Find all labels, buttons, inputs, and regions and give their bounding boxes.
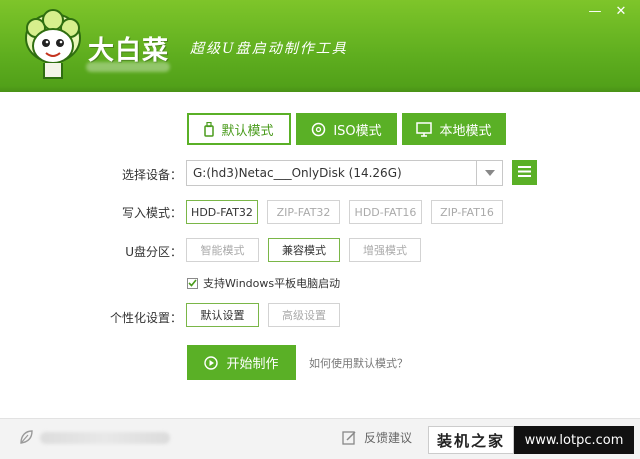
- tab-iso-mode[interactable]: ISO模式: [296, 113, 397, 145]
- close-button[interactable]: ✕: [612, 4, 630, 20]
- write-mode-label: 写入模式：: [121, 206, 182, 220]
- tablet-boot-label: 支持Windows平板电脑启动: [203, 277, 341, 290]
- write-mode-zip-fat16[interactable]: ZIP-FAT16: [431, 200, 503, 224]
- feedback-button[interactable]: 反馈建议: [342, 429, 412, 446]
- partition-enhanced-mode[interactable]: 增强模式: [349, 238, 421, 262]
- minimize-button[interactable]: —: [586, 4, 604, 20]
- device-menu-button[interactable]: [512, 160, 537, 185]
- device-label: 选择设备：: [121, 168, 182, 182]
- write-mode-hdd-fat16[interactable]: HDD-FAT16: [349, 200, 422, 224]
- feedback-edit-icon: [342, 430, 357, 445]
- device-select[interactable]: G:(hd3)Netac___OnlyDisk (14.26G): [186, 160, 503, 186]
- watermark-url: www.lotpc.com: [514, 426, 634, 454]
- hamburger-menu-icon: [518, 165, 531, 180]
- device-select-value: G:(hd3)Netac___OnlyDisk (14.26G): [193, 166, 402, 180]
- leaf-icon: [18, 429, 34, 448]
- tab-label: 默认模式: [221, 123, 274, 139]
- partition-smart-mode[interactable]: 智能模式: [186, 238, 259, 262]
- partition-compatible-mode[interactable]: 兼容模式: [268, 238, 340, 262]
- blurred-version-text: [86, 62, 170, 72]
- disc-icon: [311, 122, 326, 137]
- tab-local-mode[interactable]: 本地模式: [402, 113, 506, 145]
- write-mode-hdd-fat32[interactable]: HDD-FAT32: [186, 200, 258, 224]
- title-bar: 大白菜 超级U盘启动制作工具 — ✕: [0, 0, 640, 92]
- default-settings-option[interactable]: 默认设置: [186, 303, 259, 327]
- play-circle-icon: [204, 355, 219, 370]
- advanced-settings-option[interactable]: 高级设置: [268, 303, 340, 327]
- blurred-status-text: [40, 432, 170, 444]
- usb-drive-icon: [204, 121, 215, 137]
- feedback-label: 反馈建议: [364, 431, 413, 445]
- app-slogan: 超级U盘启动制作工具: [190, 41, 348, 57]
- write-mode-zip-fat32[interactable]: ZIP-FAT32: [267, 200, 340, 224]
- tablet-boot-option[interactable]: 支持Windows平板电脑启动: [187, 275, 340, 291]
- watermark-site-name: 装机之家: [428, 426, 514, 454]
- tablet-boot-checkbox[interactable]: [187, 277, 198, 289]
- tab-label: ISO模式: [333, 123, 382, 139]
- partition-label: U盘分区：: [125, 245, 182, 259]
- tab-default-mode[interactable]: 默认模式: [187, 113, 291, 145]
- site-watermark: 装机之家 www.lotpc.com: [428, 426, 634, 454]
- start-make-label: 开始制作: [226, 357, 279, 372]
- tab-label: 本地模式: [439, 123, 492, 139]
- monitor-icon: [416, 121, 433, 137]
- mode-tabs: 默认模式 ISO模式 本地模式: [187, 113, 511, 145]
- chevron-down-icon[interactable]: [476, 161, 502, 185]
- start-make-button[interactable]: 开始制作: [187, 345, 296, 380]
- personalization-label: 个性化设置：: [109, 311, 182, 325]
- help-link[interactable]: 如何使用默认模式？: [309, 355, 408, 371]
- cabbage-mascot-logo: [25, 9, 81, 79]
